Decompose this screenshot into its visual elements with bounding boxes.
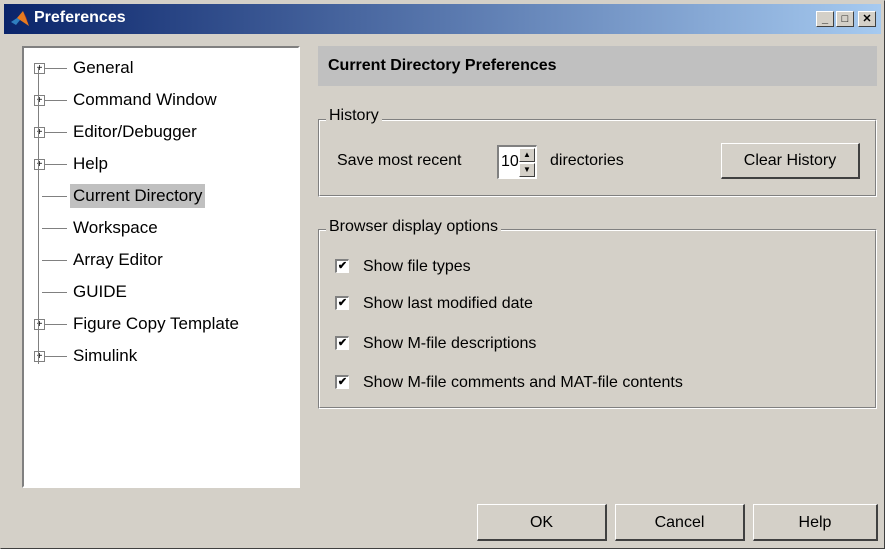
tree-item-label: GUIDE <box>73 282 127 301</box>
option-label: Show file types <box>363 258 471 275</box>
checkmark-icon[interactable]: ✔ <box>335 375 349 389</box>
tree-item-label: Simulink <box>73 346 138 365</box>
maximize-button[interactable]: □ <box>836 11 854 27</box>
recent-count-spinner[interactable]: 10 ▲ ▼ <box>497 145 537 179</box>
history-group-label: History <box>326 107 382 125</box>
spin-up-icon[interactable]: ▲ <box>519 148 535 162</box>
cancel-button[interactable]: Cancel <box>615 504 745 541</box>
tree-item-label: Current Directory <box>70 184 206 208</box>
expand-icon[interactable]: + <box>34 95 45 106</box>
preferences-tree[interactable]: + General + Command Window + Editor/Debu… <box>22 46 300 488</box>
checkmark-icon[interactable]: ✔ <box>335 296 349 310</box>
browser-options-group-label: Browser display options <box>326 218 501 236</box>
tree-item-label: General <box>73 58 134 77</box>
checkmark-icon[interactable]: ✔ <box>335 336 349 350</box>
option-label: Show last modified date <box>363 295 533 312</box>
tree-item-label: Help <box>73 154 108 173</box>
preferences-window: Preferences _ □ ✕ + General + Command Wi… <box>0 0 885 549</box>
tree-item-label: Figure Copy Template <box>73 314 239 333</box>
expand-icon[interactable]: + <box>34 319 45 330</box>
title-bar[interactable]: Preferences _ □ ✕ <box>4 4 881 34</box>
expand-icon[interactable]: + <box>34 63 45 74</box>
tree-connector-line <box>38 68 39 364</box>
tree-item-label: Workspace <box>73 218 158 237</box>
tree-item-label: Command Window <box>73 90 217 109</box>
clear-history-button[interactable]: Clear History <box>721 143 860 179</box>
expand-icon[interactable]: + <box>34 351 45 362</box>
panel-title: Current Directory Preferences <box>318 46 877 86</box>
expand-icon[interactable]: + <box>34 127 45 138</box>
minimize-button[interactable]: _ <box>816 11 834 27</box>
matlab-logo-icon <box>11 11 29 26</box>
option-label: Show M-file descriptions <box>363 335 537 352</box>
checkmark-icon[interactable]: ✔ <box>335 259 349 273</box>
option-label: Show M-file comments and MAT-file conten… <box>363 374 683 391</box>
recent-count-value[interactable]: 10 <box>501 153 519 171</box>
ok-button[interactable]: OK <box>477 504 607 541</box>
window-title: Preferences <box>34 9 126 26</box>
close-button[interactable]: ✕ <box>858 11 876 27</box>
directories-label: directories <box>550 152 624 169</box>
expand-icon[interactable]: + <box>34 159 45 170</box>
spin-down-icon[interactable]: ▼ <box>519 163 535 177</box>
save-recent-label: Save most recent <box>337 152 462 169</box>
help-button[interactable]: Help <box>753 504 878 541</box>
tree-item-label: Editor/Debugger <box>73 122 197 141</box>
tree-item-label: Array Editor <box>73 250 163 269</box>
